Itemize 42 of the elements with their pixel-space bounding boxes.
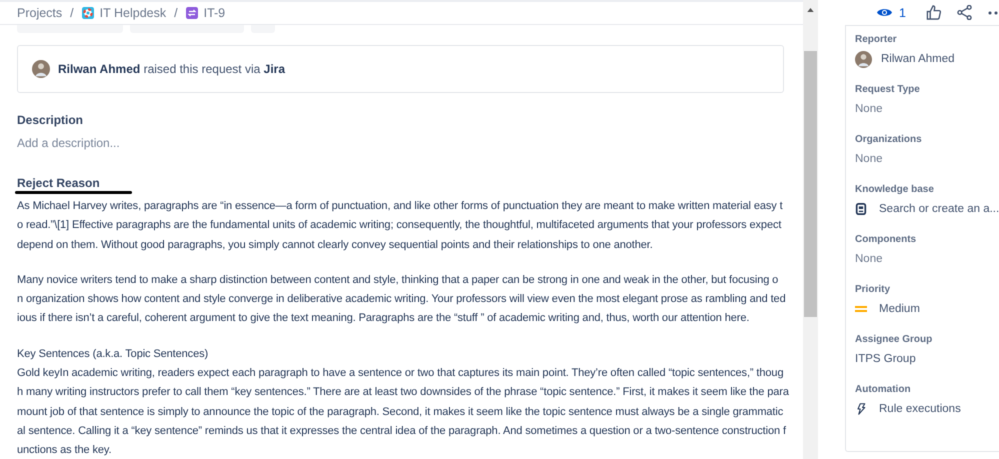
paragraph: Many novice writers tend to make a sharp distinction between content and style, thinking that a paper can be strong in one and weak in the other, but focusing o n organization shows how content and style converge in deliberative academic writing. Your professors will view even the most elegant prose as rambling and ted ious if there isn’t a careful, coherent argument to give the text meaning. Paragraphs are the “stuff ” of academic writing and, thus, worth our attention here. <box>17 272 786 326</box>
swap-arrows-icon <box>186 7 198 19</box>
share-icon[interactable] <box>956 5 972 20</box>
thumbs-up-icon[interactable] <box>926 5 941 20</box>
watcher-count: 1 <box>899 6 906 20</box>
breadcrumb-link[interactable]: IT-9 <box>204 6 226 20</box>
field-label: Components <box>855 234 918 245</box>
field-value: ITPS Group <box>855 353 916 365</box>
field-label: Assignee Group <box>855 334 934 345</box>
section-heading: Reject Reason <box>17 176 101 190</box>
document-icon <box>855 203 867 215</box>
lightning-icon <box>855 403 867 415</box>
field-label: Reporter <box>855 34 898 45</box>
avatar-icon <box>32 60 50 78</box>
eye-icon[interactable] <box>877 7 892 18</box>
field-value: Medium <box>879 303 920 315</box>
paragraph: Key Sentences (a.k.a. Topic Sentences) Gold keyIn academic writing, readers expect each paragraph to have a sentence or two that captures its main point. They’re often called “topic sentences,” thoug h many writing instructors prefer to call them “key sentences.” There are at least two downsides of the phrase “topic sentence.” First, it makes it seem like the para mount job of that sentence is simply to announce the topic of the paragraph. Second, it makes it seem like the topic sentence must always be a single grammatic al sentence. Calling it a “key sentence” reminds us that it expresses the central idea of the paragraph. And sometimes a question or a two-sentence construction f unctions as the key. <box>17 346 789 458</box>
breadcrumb-separator: / <box>70 6 74 20</box>
paragraph: As Michael Harvey writes, paragraphs are “in essence—a form of punctuation, and like other forms of punctuation they are meant to make written material easy t o read.”\[1] Effective paragraphs are the fundamental units of academic writing; consequently, the thoughtful, multifaceted arguments that your professors expect depend on them. Without good paragraphs, you simply cannot clearly convey sequential points and their relationships to one another. <box>17 199 783 253</box>
field-label: Automation <box>855 384 912 395</box>
avatar-icon <box>855 50 872 68</box>
breadcrumb-link[interactable]: IT Helpdesk <box>100 6 166 20</box>
lifebuoy-icon <box>82 7 94 19</box>
scroll-up-icon[interactable] <box>807 8 814 12</box>
field-label: Knowledge base <box>855 184 935 195</box>
scrollbar[interactable] <box>803 0 818 459</box>
breadcrumb-separator: / <box>174 6 178 20</box>
field-value: Rilwan Ahmed <box>881 53 955 65</box>
breadcrumb-link[interactable]: Projects <box>17 6 62 20</box>
more-icon[interactable] <box>988 10 998 14</box>
field-label: Priority <box>855 284 892 295</box>
field-label: Request Type <box>855 84 921 95</box>
equals-icon <box>855 303 867 315</box>
scrollbar-thumb[interactable] <box>804 51 817 317</box>
field-value: None <box>855 153 882 165</box>
search-link[interactable]: Search or create an a... <box>879 203 999 215</box>
request-origin-text: Rilwan Ahmed raised this request via Jira <box>58 62 285 76</box>
section-heading: Description <box>17 113 84 127</box>
field-value: None <box>855 253 882 265</box>
field-label: Organizations <box>855 134 923 145</box>
field-value: None <box>855 103 882 115</box>
field-value[interactable]: Rule executions <box>879 403 961 415</box>
